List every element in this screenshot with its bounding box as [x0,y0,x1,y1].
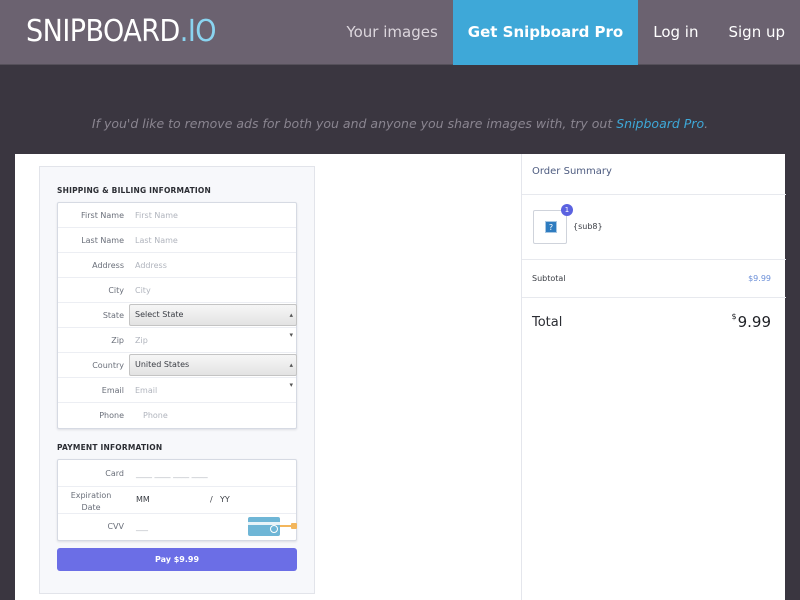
subtotal-value: $9.99 [748,274,771,283]
total-amount: 9.99 [737,313,771,331]
email-input[interactable]: Email [135,378,157,403]
expiration-label-line1: Expiration [70,491,112,500]
missing-image-icon: ? [545,221,557,233]
order-summary-panel: Order Summary ? 1 {sub8} Subtotal $9.99 … [521,154,786,600]
last-name-label: Last Name [81,236,124,245]
expiration-label-line2: Date [81,503,101,512]
last-name-row[interactable]: Last Name Last Name [58,228,296,253]
zip-label: Zip [111,336,124,345]
city-row[interactable]: City City [58,278,296,303]
expiration-year-input[interactable]: YY [220,487,230,513]
state-label: State [102,311,124,320]
last-name-input[interactable]: Last Name [135,228,178,253]
main-nav: Your images Get Snipboard Pro Log in Sig… [331,0,800,65]
card-label: Card [105,469,124,478]
notice-text: If you'd like to remove ads for both you… [91,116,617,131]
country-label: Country [92,361,124,370]
snipboard-logo[interactable]: SNIPBOARD.IO [26,14,217,49]
shipping-section-title: SHIPPING & BILLING INFORMATION [57,186,211,195]
expiration-label: Expiration Date [58,490,124,514]
logo-main-text: SNIPBOARD [26,14,180,49]
zip-row[interactable]: Zip Zip [58,328,296,353]
total-currency: $ [731,312,737,321]
total-value: $9.99 [731,312,772,331]
email-label: Email [101,386,124,395]
top-navigation-bar: SNIPBOARD.IO Your images Get Snipboard P… [0,0,800,65]
order-summary-title: Order Summary [532,166,612,177]
product-thumbnail: ? [533,210,567,244]
snipboard-pro-link[interactable]: Snipboard Pro [616,116,704,131]
state-row: State Select State ▴ ▾ [58,303,297,339]
nav-your-images-link[interactable]: Your images [331,0,452,65]
phone-input[interactable]: Phone [143,403,168,428]
email-row[interactable]: Email Email [58,378,296,403]
first-name-row[interactable]: First Name First Name [58,203,296,228]
checkout-form-card: SHIPPING & BILLING INFORMATION First Nam… [39,166,315,594]
payment-section-title: PAYMENT INFORMATION [57,443,163,452]
first-name-input[interactable]: First Name [135,203,178,228]
zip-input[interactable]: Zip [135,328,148,353]
divider [522,297,786,298]
subtotal-label: Subtotal [532,274,566,283]
payment-fields-box: Card ____ ____ ____ ____ Expiration Date… [57,459,297,541]
address-row[interactable]: Address Address [58,253,296,278]
notice-suffix: . [704,116,709,131]
phone-row[interactable]: Phone Phone [58,403,296,428]
checkout-left-area: SHIPPING & BILLING INFORMATION First Nam… [15,154,521,600]
product-name: {sub8} [573,222,603,231]
quantity-badge: 1 [561,204,573,216]
cvv-label: CVV [107,522,124,531]
card-row[interactable]: Card ____ ____ ____ ____ [58,460,296,487]
nav-sign-up-link[interactable]: Sign up [713,0,800,65]
cvv-input[interactable]: ___ [136,514,148,540]
expiration-month-input[interactable]: MM [136,487,150,513]
expiration-slash: / [210,495,213,504]
logo-tld-text: .IO [179,14,217,49]
total-label: Total [532,315,563,330]
pay-button[interactable]: Pay $9.99 [57,548,297,571]
country-select-value: United States [135,360,190,369]
cvv-row[interactable]: CVV ___ [58,514,297,540]
cvv-pointer-dot [291,523,297,529]
cvv-card-icon [248,517,280,536]
shipping-fields-box: First Name First Name Last Name Last Nam… [57,202,297,429]
address-input[interactable]: Address [135,253,167,278]
country-select[interactable]: United States ▴ ▾ [129,354,297,389]
phone-label: Phone [99,411,124,420]
remove-ads-notice: If you'd like to remove ads for both you… [0,116,800,131]
city-label: City [108,286,124,295]
divider [522,259,786,260]
state-select[interactable]: Select State ▴ ▾ [129,304,297,339]
shared-screenshot-image: SHIPPING & BILLING INFORMATION First Nam… [15,154,786,600]
first-name-label: First Name [81,211,124,220]
country-row: Country United States ▴ ▾ [58,353,297,389]
card-number-input[interactable]: ____ ____ ____ ____ [136,460,208,487]
address-label: Address [92,261,124,270]
state-select-value: Select State [135,310,184,319]
city-input[interactable]: City [135,278,151,303]
divider [522,194,786,195]
nav-log-in-link[interactable]: Log in [638,0,713,65]
expiration-row[interactable]: Expiration Date MM / YY [58,487,296,514]
nav-get-pro-button[interactable]: Get Snipboard Pro [452,0,639,65]
